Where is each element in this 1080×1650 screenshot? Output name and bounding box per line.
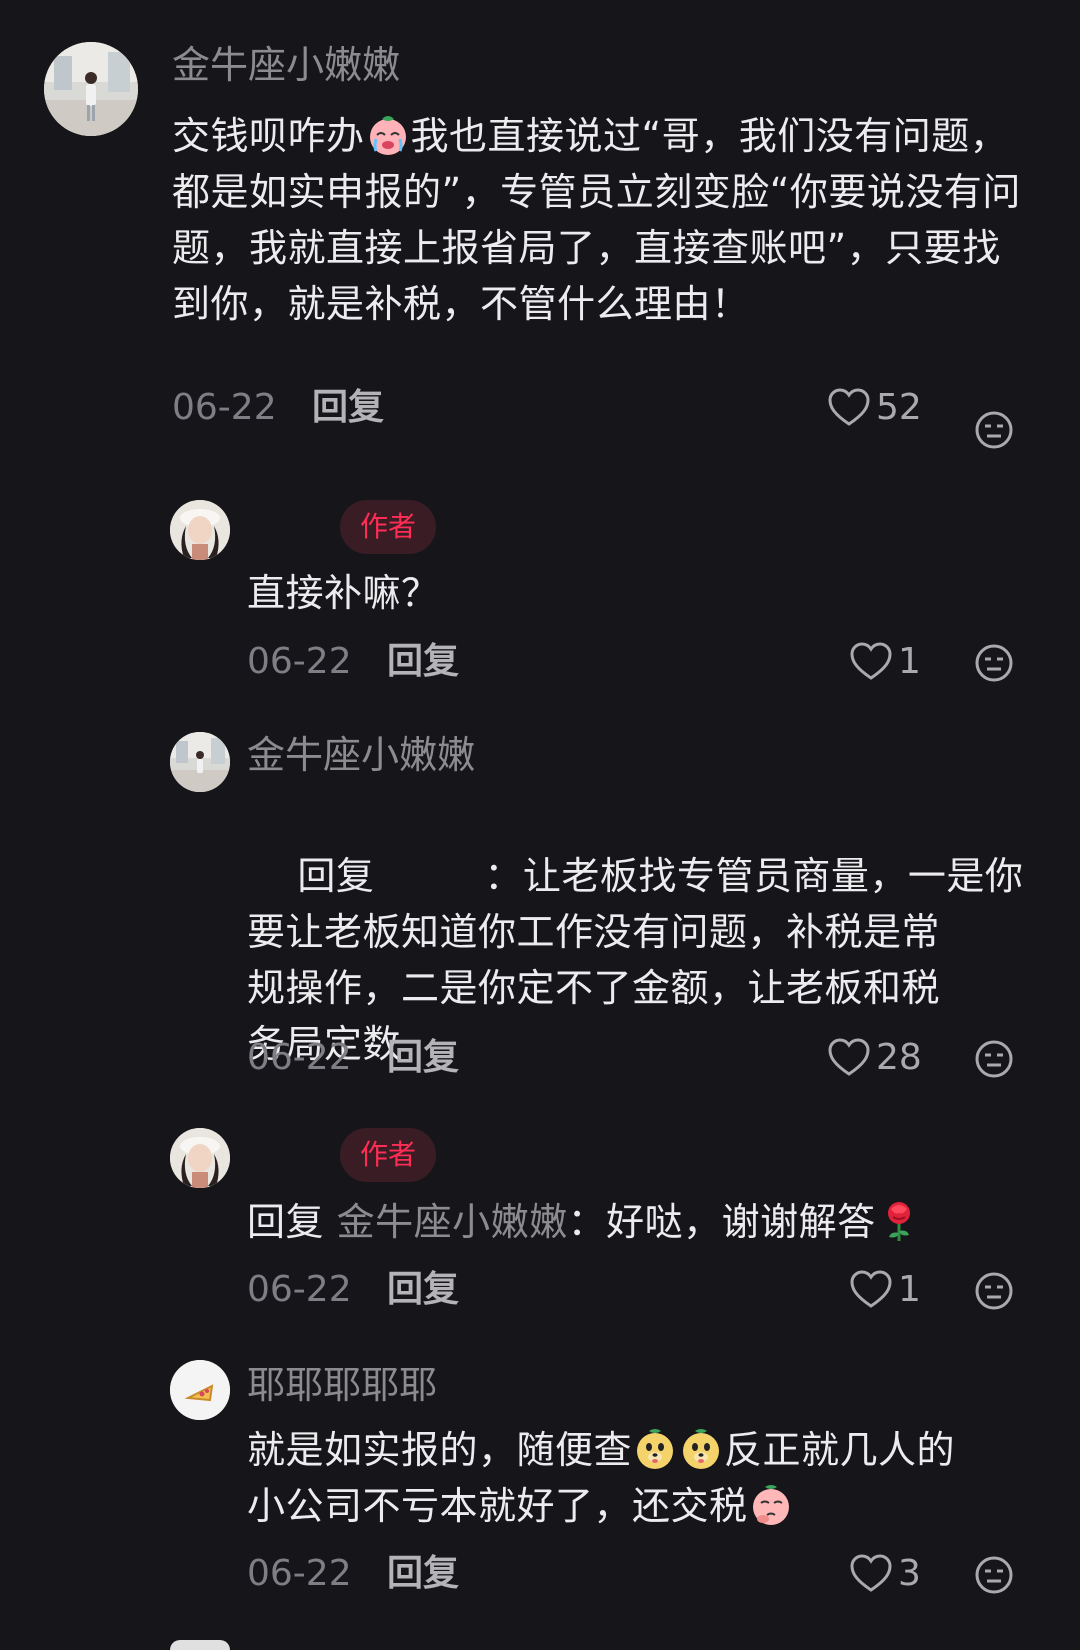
avatar[interactable]	[170, 1640, 230, 1650]
reply-button[interactable]: 回复	[387, 1036, 459, 1080]
avatar[interactable]	[170, 1360, 230, 1420]
author-badge: 作者	[340, 500, 436, 554]
like-button[interactable]: 28	[828, 1036, 922, 1080]
avatar[interactable]	[170, 732, 230, 792]
comment-text-part: 小公司不亏本就好了，还交税	[247, 1484, 748, 1528]
thinking-peach-emoji-icon	[749, 1483, 793, 1527]
like-count: 28	[876, 1037, 922, 1078]
rose-emoji-icon	[877, 1199, 921, 1243]
like-count: 1	[898, 1269, 921, 1310]
dislike-face-icon[interactable]	[974, 1271, 1014, 1311]
comment-text-line: 规操作，二是你定不了金额，让老板和税	[247, 966, 941, 1010]
comment-date: 06-22	[247, 1037, 352, 1078]
reply-button[interactable]: 回复	[387, 1552, 459, 1596]
heart-icon	[850, 1554, 892, 1592]
comment-text: 回复 金牛座小嫩嫩：好哒，谢谢解答	[247, 1194, 1047, 1250]
like-count: 52	[876, 387, 922, 428]
like-button[interactable]: 52	[828, 386, 922, 430]
reply-button[interactable]: 回复	[312, 386, 384, 430]
avatar-photo-icon	[44, 42, 138, 136]
reply-button[interactable]: 回复	[387, 1268, 459, 1312]
heart-icon	[850, 1270, 892, 1308]
pizza-icon	[170, 1360, 230, 1420]
heart-icon	[850, 642, 892, 680]
comment-date: 06-22	[172, 387, 277, 428]
dog-face-emoji-icon	[633, 1427, 677, 1471]
comment-date: 06-22	[247, 641, 352, 682]
comment-text-part: 交钱呗咋办	[172, 114, 365, 158]
comment-text-part: ：好哒，谢谢解答	[567, 1200, 876, 1244]
comment-text-line: 要让老板知道你工作没有问题，补税是常	[247, 910, 941, 954]
like-count: 3	[898, 1553, 921, 1594]
avatar[interactable]	[170, 500, 230, 560]
avatar-photo-icon	[170, 1128, 230, 1188]
comment-date: 06-22	[247, 1269, 352, 1310]
username[interactable]: 耶耶耶耶耶	[247, 1362, 437, 1408]
comment-text-part: 就是如实报的，随便查	[247, 1428, 633, 1472]
like-button[interactable]: 1	[850, 1268, 921, 1312]
comment-text: 直接补嘛？	[247, 571, 440, 615]
like-button[interactable]: 1	[850, 640, 921, 684]
heart-icon	[828, 1038, 870, 1076]
avatar[interactable]	[170, 1128, 230, 1188]
dog-face-emoji-icon	[679, 1427, 723, 1471]
username[interactable]: 金牛座小嫩嫩	[172, 42, 400, 88]
crying-face-emoji-icon	[366, 113, 410, 157]
comment-date: 06-22	[247, 1553, 352, 1594]
dislike-face-icon[interactable]	[974, 410, 1014, 450]
reply-button[interactable]: 回复	[387, 640, 459, 684]
like-count: 1	[898, 641, 921, 682]
mention-username[interactable]: 金牛座小嫩嫩	[337, 1200, 568, 1244]
comment-text: 回复 ：让老板找专管员商量，一是你要让老板知道你工作没有问题，补税是常 规操作，二是…	[247, 792, 1047, 1128]
dislike-face-icon[interactable]	[974, 1555, 1014, 1595]
avatar-photo-icon	[170, 732, 230, 792]
username[interactable]: 金牛座小嫩嫩	[247, 732, 475, 778]
comment-text-line: ：让老板找专管员商量，一是你	[484, 854, 1024, 898]
comment-text-part: 反正就几人的	[724, 1428, 956, 1472]
like-button[interactable]: 3	[850, 1552, 921, 1596]
avatar[interactable]	[44, 42, 138, 136]
reply-prefix: 回复	[247, 1200, 325, 1244]
comment-text: 就是如实报的，随便查 反正就几人的小公司不亏本就好了，还交税	[247, 1422, 1057, 1534]
reply-prefix: 回复	[297, 854, 375, 898]
heart-icon	[828, 388, 870, 426]
avatar-photo-icon	[170, 500, 230, 560]
dislike-face-icon[interactable]	[974, 643, 1014, 683]
dislike-face-icon[interactable]	[974, 1039, 1014, 1079]
comment-text: 交钱呗咋办 我也直接说过“哥，我们没有问题，都是如实申报的”，专管员立刻变脸“你要…	[172, 108, 1022, 332]
author-badge: 作者	[340, 1128, 436, 1182]
